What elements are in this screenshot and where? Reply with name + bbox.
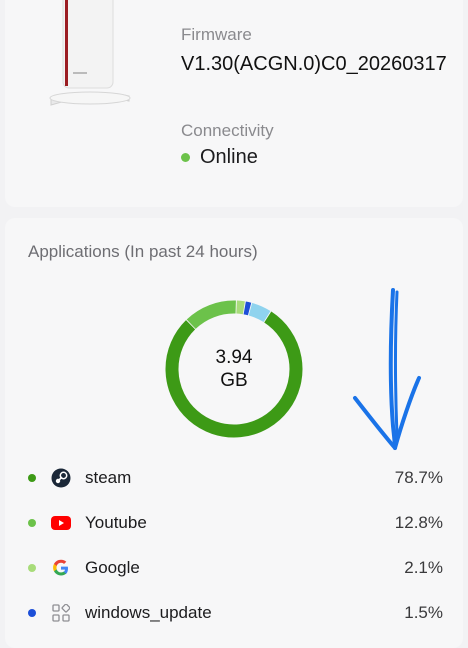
app-name: Youtube [85,513,147,532]
google-icon [51,558,71,578]
app-percent: 12.8% [394,513,443,532]
connectivity-status: Online [181,146,258,169]
app-name: windows_update [85,603,212,622]
app-percent: 2.1% [404,558,443,577]
app-color-dot [28,474,36,482]
applications-title: Applications (In past 24 hours) [28,242,258,261]
connectivity-value: Online [200,146,258,168]
list-item-app[interactable]: steam 78.7% [23,463,443,493]
hand-drawn-down-arrow [353,288,421,450]
windows-update-icon [51,603,71,623]
app-name: steam [85,468,132,487]
total-usage-value: 3.94 [215,347,253,368]
connectivity-label: Connectivity [181,121,274,140]
app-color-dot [28,564,36,572]
list-item-app[interactable]: windows_update 1.5% [23,598,443,628]
list-item-app[interactable]: Youtube 12.8% [23,508,443,538]
router-image [49,0,131,106]
app-color-dot [28,519,36,527]
firmware-label: Firmware [181,25,252,44]
app-percent: 78.7% [394,468,443,487]
online-status-dot [181,153,190,162]
donut-center-total: 3.94 GB [165,300,303,438]
app-percent: 1.5% [404,603,443,622]
app-color-dot [28,609,36,617]
device-info-card: Firmware V1.30(ACGN.0)C0_20260317 Connec… [5,0,463,207]
steam-icon [51,468,71,488]
app-name: Google [85,558,140,577]
youtube-icon [51,513,71,533]
total-usage-unit: GB [220,370,248,391]
list-item-app[interactable]: Google 2.1% [23,553,443,583]
applications-card[interactable]: Applications (In past 24 hours) 3.94 GB … [5,218,463,648]
firmware-value: V1.30(ACGN.0)C0_20260317 [181,53,447,75]
